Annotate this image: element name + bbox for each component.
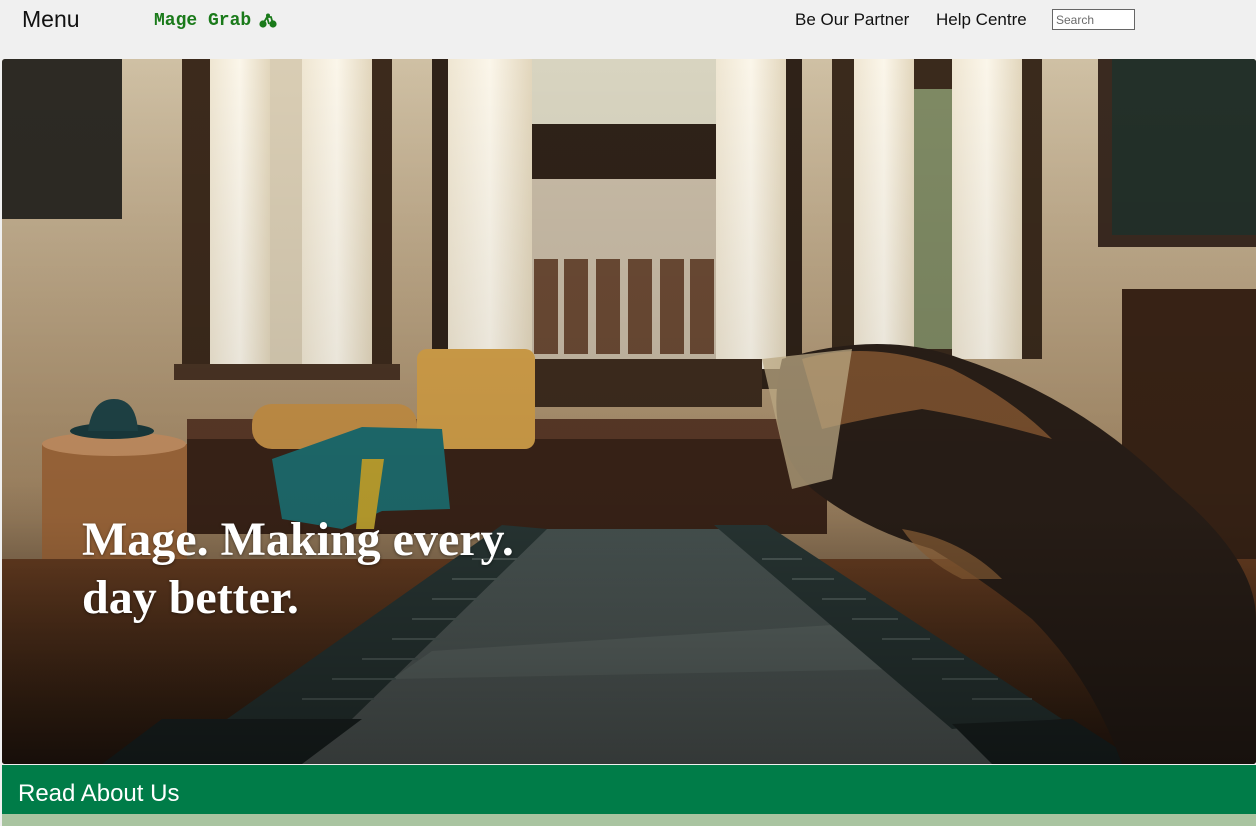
- hero-banner: Mage. Making every. day better.: [2, 59, 1256, 764]
- bicycle-icon: [259, 13, 277, 28]
- hero-headline: Mage. Making every. day better.: [82, 511, 642, 627]
- hero-image: [2, 59, 1256, 764]
- section-divider-strip: [2, 814, 1256, 826]
- brand-logo[interactable]: Mage Grab: [154, 11, 277, 31]
- help-centre-link[interactable]: Help Centre: [936, 10, 1027, 30]
- read-about-us-bar[interactable]: Read About Us: [2, 765, 1256, 814]
- read-about-us-link[interactable]: Read About Us: [18, 780, 179, 808]
- menu-button[interactable]: Menu: [22, 6, 80, 33]
- hero-headline-line-2: day better.: [82, 571, 299, 624]
- search-input[interactable]: [1052, 9, 1135, 30]
- brand-name: Mage Grab: [154, 11, 252, 31]
- be-our-partner-link[interactable]: Be Our Partner: [795, 10, 909, 30]
- top-nav: Menu Mage Grab Be Our Partner Help Centr…: [0, 0, 1256, 58]
- hero-headline-line-1: Mage. Making every.: [82, 513, 514, 566]
